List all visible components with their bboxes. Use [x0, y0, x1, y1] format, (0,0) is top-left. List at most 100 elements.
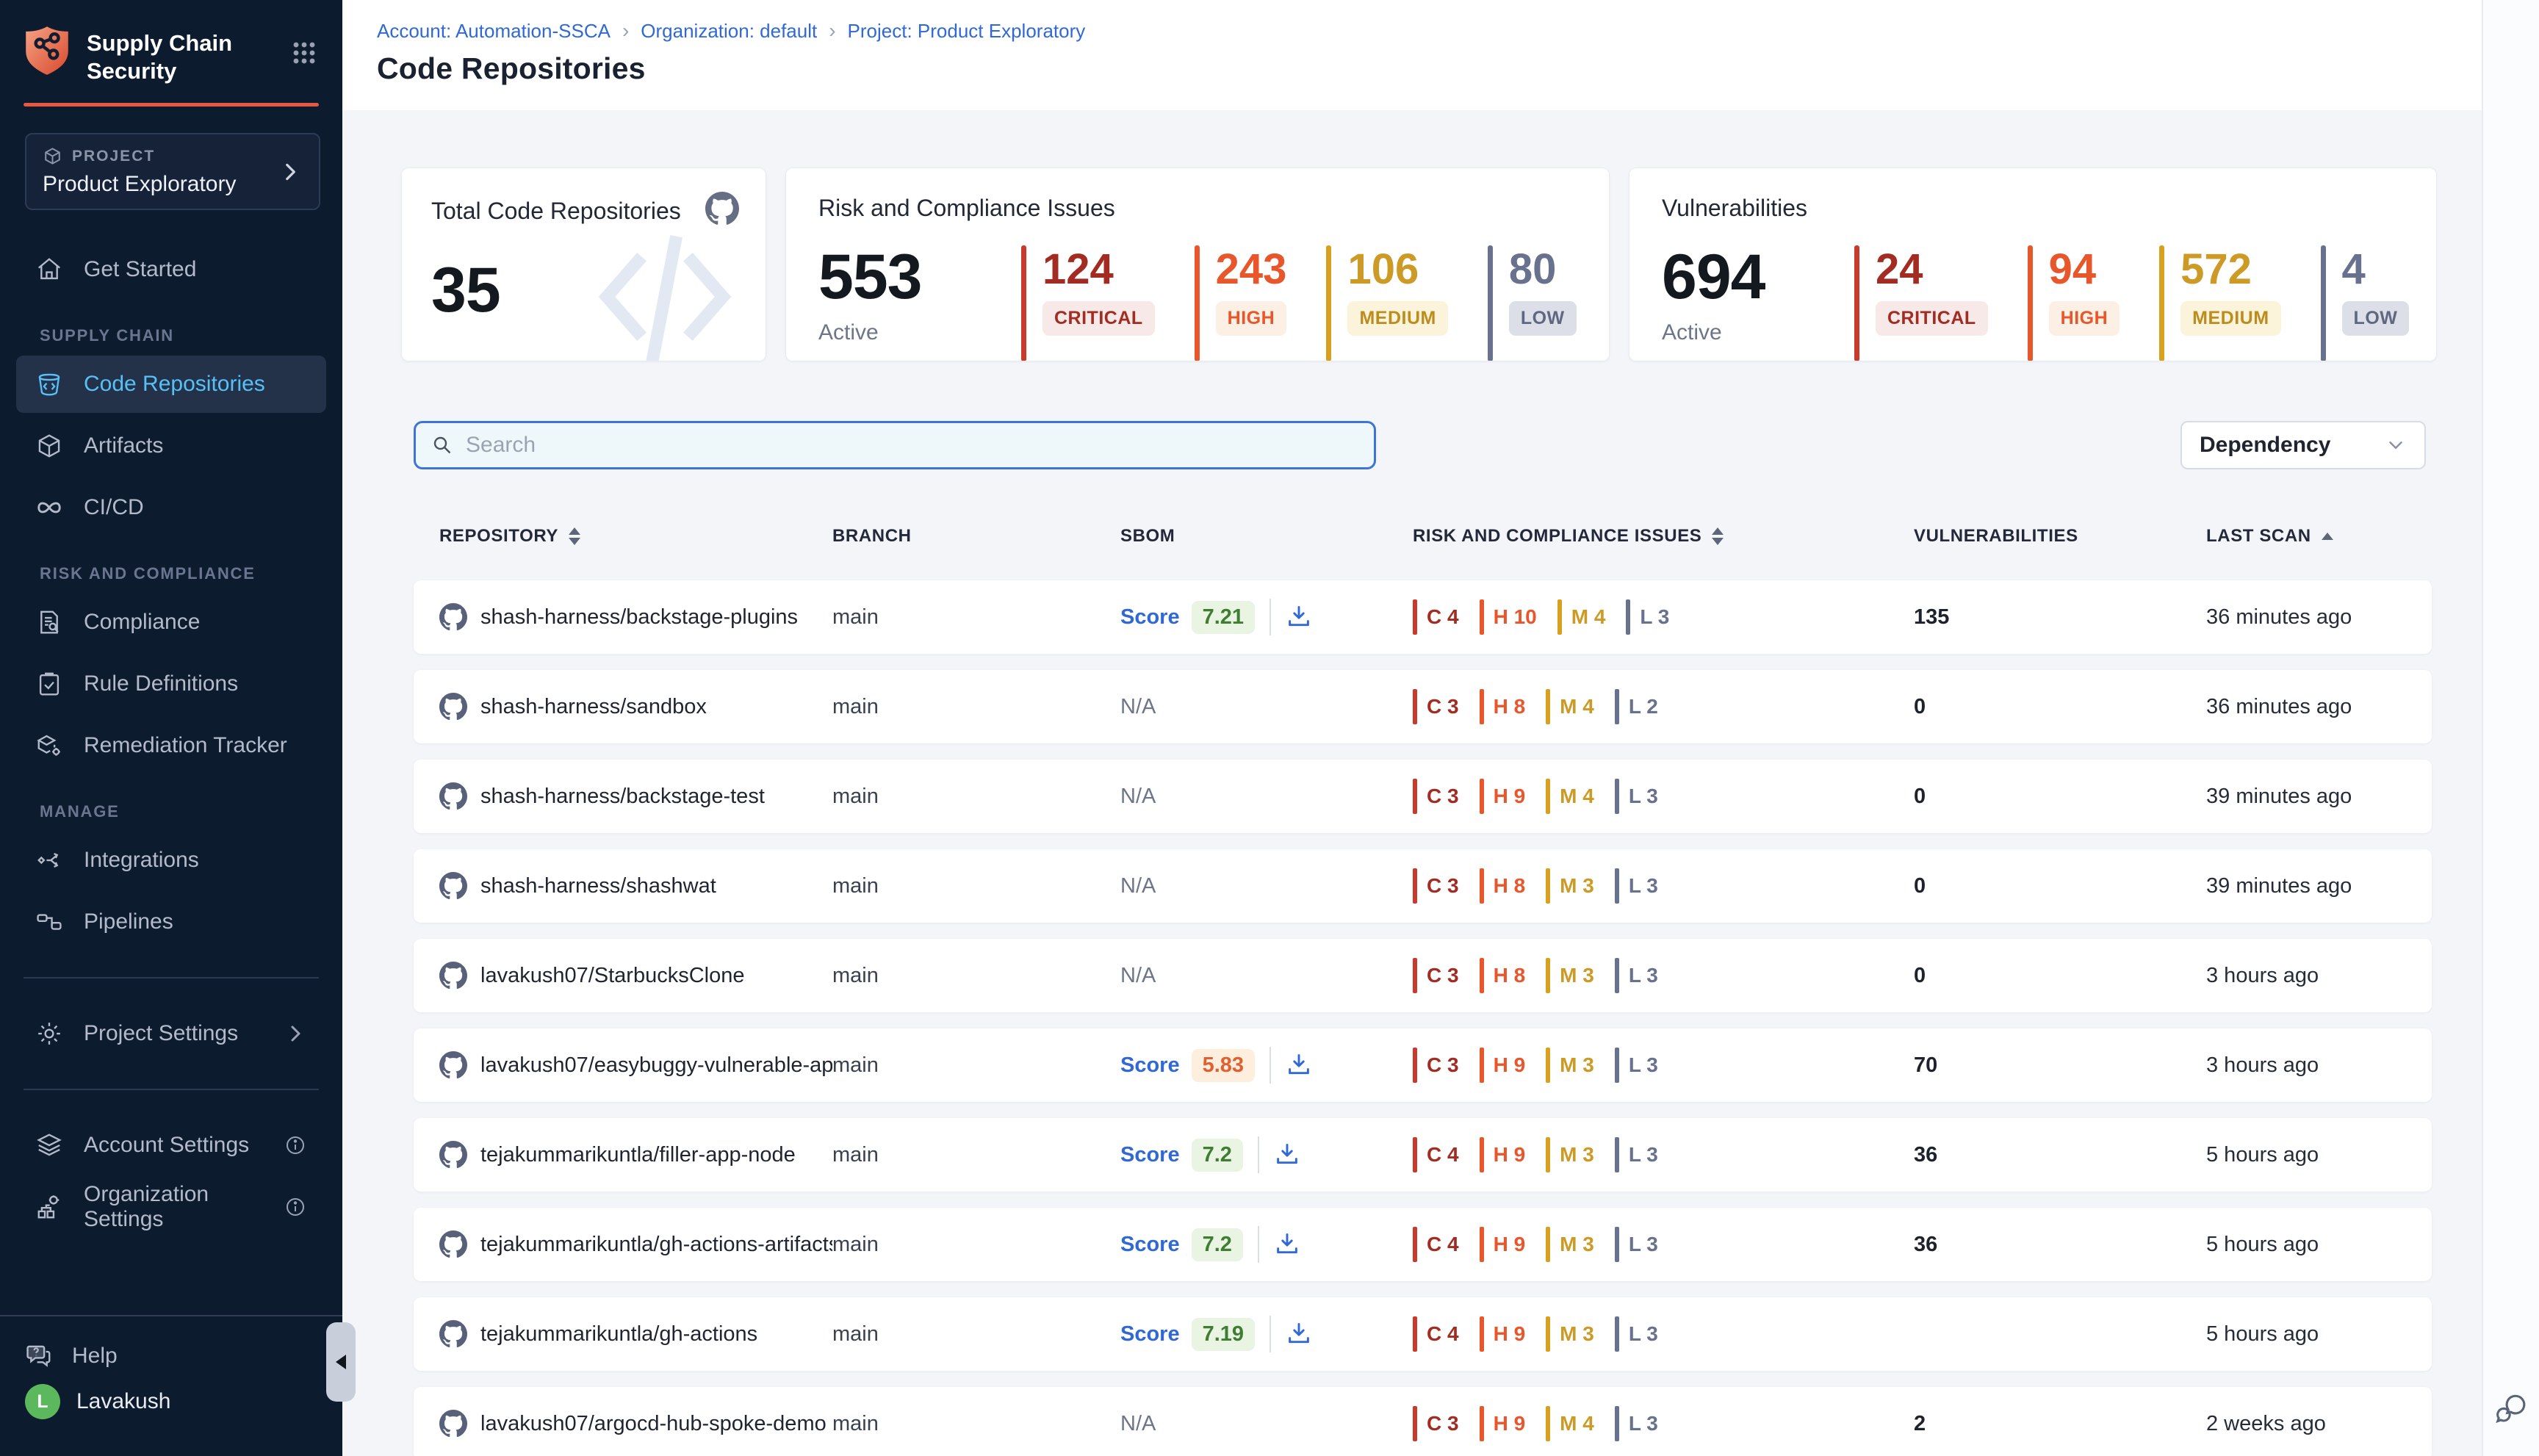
- risk-chip-high: H 9: [1480, 1316, 1526, 1352]
- sidebar-item-project-settings[interactable]: Project Settings: [16, 1005, 326, 1062]
- sidebar-item-label: Code Repositories: [84, 372, 265, 397]
- risk-chip-medium: M 3: [1546, 958, 1594, 993]
- repo-name[interactable]: shash-harness/backstage-test: [480, 785, 765, 809]
- project-cube-icon: [43, 146, 62, 166]
- risk-chip-critical: C 4: [1413, 1137, 1459, 1172]
- risk-chip-low: L 3: [1615, 958, 1658, 993]
- table-row[interactable]: shash-harness/sandbox main N/A C 3H 8M 4…: [414, 670, 2432, 743]
- severity-critical: 124CRITICAL: [1021, 245, 1155, 361]
- sidebar-item-get-started[interactable]: Get Started: [16, 241, 326, 298]
- repo-name[interactable]: shash-harness/backstage-plugins: [480, 605, 798, 630]
- home-icon: [35, 256, 63, 284]
- sbom-score-label[interactable]: Score: [1120, 1053, 1180, 1078]
- table-row[interactable]: tejakummarikuntla/gh-actions main Score7…: [414, 1297, 2432, 1371]
- app-switcher-grid-icon[interactable]: [288, 37, 320, 69]
- breadcrumb-link[interactable]: Project: Product Exploratory: [848, 20, 1086, 43]
- chat-support-icon[interactable]: [2492, 1390, 2530, 1428]
- download-sbom-icon[interactable]: [1286, 604, 1312, 630]
- sidebar-item-rule-definitions[interactable]: Rule Definitions: [16, 655, 326, 713]
- sidebar-item-pipelines[interactable]: Pipelines: [16, 893, 326, 951]
- sidebar-item-label: Account Settings: [84, 1133, 249, 1158]
- download-sbom-icon[interactable]: [1286, 1052, 1312, 1078]
- breadcrumb-link[interactable]: Organization: default: [641, 20, 817, 43]
- integrations-icon: [35, 846, 63, 874]
- column-label: REPOSITORY: [439, 526, 558, 547]
- sidebar-collapse-handle[interactable]: [326, 1322, 356, 1402]
- table-row[interactable]: tejakummarikuntla/gh-actions-artifacts m…: [414, 1208, 2432, 1281]
- content: Total Code Repositories 35 Risk and Comp…: [342, 110, 2482, 1456]
- avatar: L: [25, 1384, 60, 1419]
- table-row[interactable]: shash-harness/backstage-test main N/A C …: [414, 760, 2432, 833]
- sort-icon[interactable]: [1712, 527, 1724, 545]
- user-menu[interactable]: L Lavakush: [25, 1384, 317, 1419]
- risk-issues-cell: C 4H 9M 3L 3: [1413, 1316, 1914, 1352]
- repo-name[interactable]: lavakush07/easybuggy-vulnerable-app...: [480, 1053, 832, 1078]
- risk-chip-critical: C 4: [1413, 1316, 1459, 1352]
- download-sbom-icon[interactable]: [1274, 1142, 1300, 1168]
- sbom-score-label[interactable]: Score: [1120, 605, 1180, 630]
- table-row[interactable]: lavakush07/argocd-hub-spoke-demo main N/…: [414, 1387, 2432, 1456]
- repo-name[interactable]: shash-harness/shashwat: [480, 874, 716, 898]
- column-header-vulnerabilities: VULNERABILITIES: [1914, 526, 2206, 547]
- sbom-na: N/A: [1120, 785, 1156, 809]
- risk-chip-high: H 8: [1480, 958, 1526, 993]
- last-scan: 36 minutes ago: [2206, 695, 2432, 719]
- main-area: Account: Automation-SSCA›Organization: d…: [342, 0, 2482, 1456]
- help-button[interactable]: Help: [25, 1334, 317, 1378]
- risk-chip-high: H 8: [1480, 689, 1526, 724]
- sidebar-item-remediation-tracker[interactable]: Remediation Tracker: [16, 717, 326, 774]
- table-row[interactable]: shash-harness/shashwat main N/A C 3H 8M …: [414, 849, 2432, 923]
- sbom-cell: N/A: [1120, 785, 1413, 809]
- sbom-score-label[interactable]: Score: [1120, 1233, 1180, 1257]
- infinity-icon: [35, 494, 63, 522]
- column-header-risk-and-compliance-issues[interactable]: RISK AND COMPLIANCE ISSUES: [1413, 526, 1914, 547]
- risk-issues-cell: C 3H 8M 3L 3: [1413, 868, 1914, 904]
- download-sbom-icon[interactable]: [1286, 1321, 1312, 1347]
- sidebar-item-ci-cd[interactable]: CI/CD: [16, 479, 326, 536]
- table-row[interactable]: tejakummarikuntla/filler-app-node main S…: [414, 1118, 2432, 1192]
- risk-issues-card: Risk and Compliance Issues 553 Active 12…: [785, 167, 1610, 361]
- search-input[interactable]: [466, 433, 1359, 458]
- repo-name[interactable]: shash-harness/sandbox: [480, 695, 707, 719]
- repo-name[interactable]: lavakush07/StarbucksClone: [480, 964, 744, 988]
- sidebar-item-label: Pipelines: [84, 909, 173, 934]
- severity-count: 106: [1347, 248, 1419, 291]
- severity-badge: CRITICAL: [1876, 301, 1988, 336]
- table-row[interactable]: lavakush07/easybuggy-vulnerable-app... m…: [414, 1028, 2432, 1102]
- sidebar-item-account-settings[interactable]: Account Settings: [16, 1117, 326, 1174]
- sbom-na: N/A: [1120, 964, 1156, 988]
- github-icon: [439, 1141, 467, 1169]
- column-header-last-scan[interactable]: LAST SCAN: [2206, 526, 2432, 547]
- sidebar-item-code-repositories[interactable]: Code Repositories: [16, 356, 326, 413]
- sort-icon[interactable]: [569, 527, 580, 545]
- risk-chip-medium: M 3: [1546, 1227, 1594, 1262]
- dependency-filter-dropdown[interactable]: Dependency: [2180, 421, 2426, 469]
- branch-name: main: [832, 1053, 1120, 1078]
- repo-name[interactable]: tejakummarikuntla/gh-actions: [480, 1322, 757, 1347]
- org-icon: [35, 1193, 63, 1221]
- repo-name[interactable]: tejakummarikuntla/gh-actions-artifacts: [480, 1233, 832, 1257]
- sidebar-item-organization-settings[interactable]: Organization Settings: [16, 1178, 326, 1236]
- table-row[interactable]: lavakush07/StarbucksClone main N/A C 3H …: [414, 939, 2432, 1012]
- risk-issues-cell: C 4H 10M 4L 3: [1413, 599, 1914, 635]
- project-selector[interactable]: PROJECT Product Exploratory: [25, 133, 320, 210]
- divider: [1258, 1226, 1259, 1263]
- sbom-score-label[interactable]: Score: [1120, 1322, 1180, 1347]
- column-header-repository[interactable]: REPOSITORY: [439, 526, 832, 547]
- app-title: Supply Chain Security: [87, 29, 242, 85]
- breadcrumb-link[interactable]: Account: Automation-SSCA: [377, 20, 611, 43]
- sort-asc-icon[interactable]: [2322, 533, 2333, 540]
- vulns-subtitle: Active: [1662, 320, 1854, 345]
- sidebar-item-integrations[interactable]: Integrations: [16, 832, 326, 889]
- table-row[interactable]: shash-harness/backstage-plugins main Sco…: [414, 580, 2432, 654]
- repo-name[interactable]: tejakummarikuntla/filler-app-node: [480, 1143, 796, 1167]
- sidebar-divider: [24, 977, 319, 979]
- download-sbom-icon[interactable]: [1274, 1231, 1300, 1258]
- sidebar-item-artifacts[interactable]: Artifacts: [16, 417, 326, 475]
- column-header-branch: BRANCH: [832, 526, 1120, 547]
- column-label: BRANCH: [832, 526, 912, 547]
- sidebar-item-compliance[interactable]: Compliance: [16, 594, 326, 651]
- card-title: Vulnerabilities: [1662, 195, 2404, 222]
- repo-name[interactable]: lavakush07/argocd-hub-spoke-demo: [480, 1412, 826, 1436]
- sbom-score-label[interactable]: Score: [1120, 1143, 1180, 1167]
